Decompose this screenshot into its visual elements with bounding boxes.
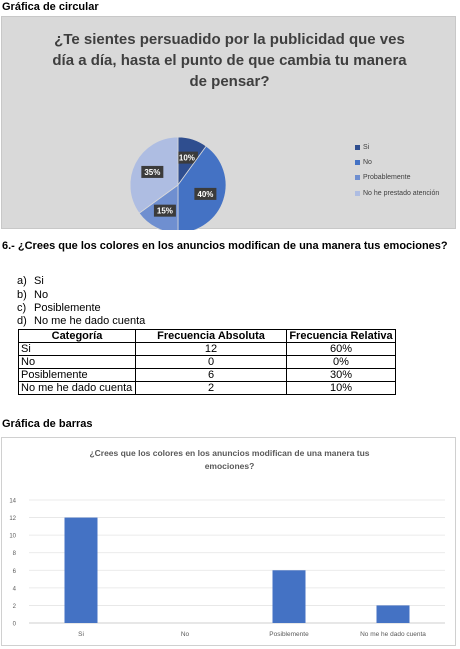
legend-swatch [355, 191, 360, 196]
pie-data-label: 40% [194, 187, 217, 200]
question-text: 6.- ¿Crees que los colores en los anunci… [2, 240, 448, 252]
option-letter: b) [17, 289, 27, 301]
table-cell: No me he dado cuenta [18, 381, 136, 395]
table-cell: 12 [135, 342, 287, 356]
table-cell: 60% [286, 342, 396, 356]
table-cell: 30% [286, 368, 396, 382]
table-row: No 0 0% [18, 355, 396, 369]
table-cell: 0% [286, 355, 396, 369]
legend-item-no-he-prestado: No he prestado atención [355, 190, 439, 197]
x-tick-label: No [181, 631, 190, 638]
legend-swatch [355, 145, 360, 150]
bar-chart-heading: Gráfica de barras [2, 418, 93, 430]
x-tick-label: Si [78, 631, 84, 638]
table-cell: Si [18, 342, 136, 356]
option-text: No me he dado cuenta [34, 315, 146, 327]
y-tick-label: 10 [9, 534, 16, 540]
legend-label: No [363, 159, 372, 166]
option-letter: c) [17, 302, 27, 314]
y-tick-label: 12 [9, 516, 16, 522]
frequency-table: Categoría Frecuencia Absoluta Frecuencia… [18, 329, 396, 395]
pie-data-label: 15% [153, 204, 176, 217]
legend-label: Probablemente [363, 174, 411, 181]
svg-text:15%: 15% [157, 207, 173, 216]
bar [64, 517, 98, 623]
bar [376, 605, 410, 623]
legend-label: Si [363, 144, 370, 151]
legend-swatch [355, 160, 360, 165]
legend-label: No he prestado atención [363, 190, 440, 197]
option-letter: d) [17, 315, 27, 327]
y-tick-label: 2 [13, 604, 17, 610]
table-cell: 10% [286, 381, 396, 395]
pie-chart: 10% 40% 15% 35% [129, 136, 227, 230]
table-header-cell: Frecuencia Relativa [286, 329, 396, 343]
table-header-cell: Frecuencia Absoluta [135, 329, 287, 343]
y-tick-label: 14 [9, 499, 16, 505]
legend-item-no: No [355, 159, 372, 166]
option-a: a) Si [17, 275, 44, 288]
y-tick-label: 0 [13, 622, 17, 628]
table-cell: 6 [135, 368, 287, 382]
table-cell: Posiblemente [18, 368, 136, 382]
bar [272, 570, 306, 623]
table-cell: No [18, 355, 136, 369]
legend-swatch [355, 175, 360, 180]
table-header-cell: Categoría [18, 329, 136, 343]
table-row: Posiblemente 6 30% [18, 368, 396, 382]
table-row: Si 12 60% [18, 342, 396, 356]
table-header-row: Categoría Frecuencia Absoluta Frecuencia… [18, 329, 396, 343]
y-tick-label: 4 [13, 586, 17, 592]
table-cell: 0 [135, 355, 287, 369]
legend-item-probablemente: Probablemente [355, 174, 410, 181]
x-tick-label: No me he dado cuenta [360, 631, 426, 638]
option-d: d) No me he dado cuenta [17, 315, 145, 328]
bar-chart-panel: ¿Crees que los colores en los anuncios m… [1, 437, 456, 646]
pie-data-label: 35% [141, 165, 164, 178]
y-tick-label: 6 [13, 569, 17, 575]
option-letter: a) [17, 275, 27, 287]
legend-item-si: Si [355, 144, 369, 151]
pie-chart-heading: Gráfica de circular [2, 1, 99, 13]
pie-chart-panel: ¿Te sientes persuadido por la publicidad… [1, 16, 456, 230]
option-text: Posiblemente [34, 302, 101, 314]
y-tick-label: 8 [13, 551, 17, 557]
option-text: No [34, 289, 49, 301]
table-row: No me he dado cuenta 2 10% [18, 381, 396, 395]
bar-chart: 0 2 4 6 8 10 12 14 Si No Posiblemente No me he dado… [9, 499, 445, 638]
table-cell: 2 [135, 381, 287, 395]
option-b: b) No [17, 289, 48, 302]
svg-text:40%: 40% [197, 190, 213, 199]
x-tick-label: Posiblemente [269, 631, 309, 638]
option-text: Si [34, 275, 44, 287]
option-c: c) Posiblemente [17, 302, 101, 315]
svg-text:35%: 35% [144, 168, 160, 177]
svg-text:10%: 10% [179, 154, 195, 163]
